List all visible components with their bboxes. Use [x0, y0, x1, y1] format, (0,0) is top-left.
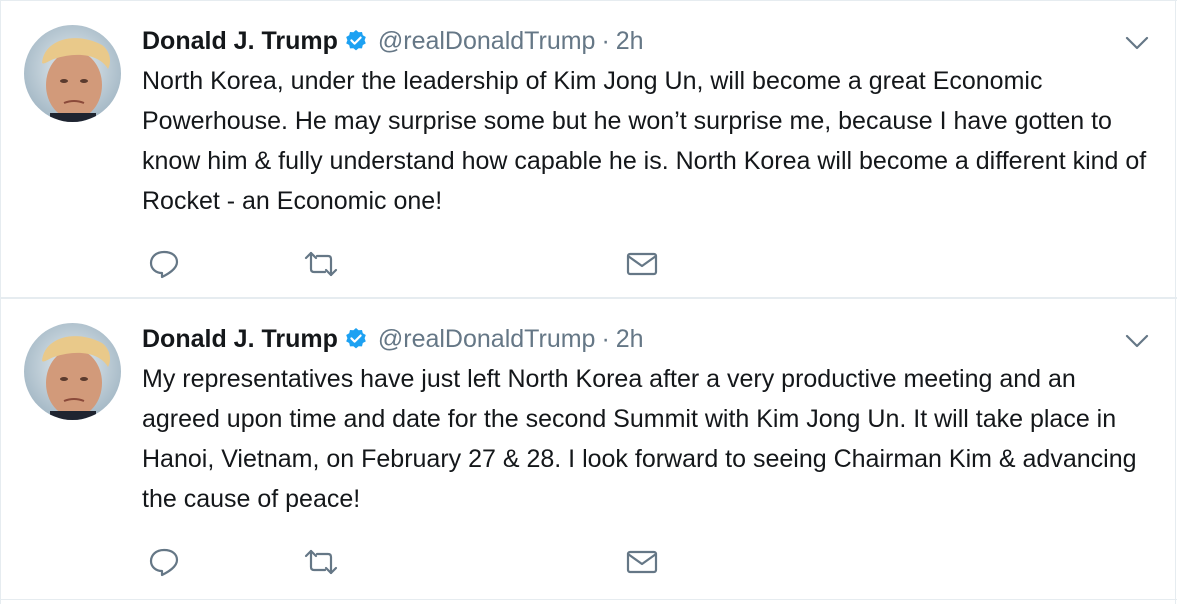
retweet-icon[interactable] [301, 544, 341, 580]
tweet-header: Donald J. Trump @realDonaldTrump · 2h [142, 25, 644, 57]
verified-badge-icon [344, 29, 368, 53]
tweet-header: Donald J. Trump @realDonaldTrump · 2h [142, 323, 644, 355]
chevron-down-icon[interactable] [1125, 333, 1149, 349]
avatar[interactable] [24, 323, 121, 420]
verified-badge-icon [344, 327, 368, 351]
handle[interactable]: @realDonaldTrump [378, 325, 596, 354]
reply-icon[interactable] [144, 246, 184, 282]
timestamp[interactable]: 2h [616, 27, 644, 56]
avatar[interactable] [24, 25, 121, 122]
display-name[interactable]: Donald J. Trump [142, 325, 338, 354]
tweet[interactable]: Donald J. Trump @realDonaldTrump · 2h My… [1, 298, 1177, 600]
retweet-icon[interactable] [301, 246, 341, 282]
tweet-actions [142, 544, 742, 580]
timestamp[interactable]: 2h [616, 325, 644, 354]
handle[interactable]: @realDonaldTrump [378, 27, 596, 56]
tweet[interactable]: Donald J. Trump @realDonaldTrump · 2h No… [1, 0, 1177, 298]
separator: · [601, 324, 610, 353]
direct-message-icon[interactable] [622, 544, 662, 580]
reply-icon[interactable] [144, 544, 184, 580]
tweet-actions [142, 246, 742, 282]
avatar-image [24, 25, 121, 122]
tweet-text: My representatives have just left North … [142, 365, 1137, 513]
avatar-image [24, 323, 121, 420]
tweet-feed: Donald J. Trump @realDonaldTrump · 2h No… [0, 0, 1177, 604]
chevron-down-icon[interactable] [1125, 35, 1149, 51]
display-name[interactable]: Donald J. Trump [142, 27, 338, 56]
separator: · [601, 26, 610, 55]
tweet-text: North Korea, under the leadership of Kim… [142, 67, 1147, 215]
direct-message-icon[interactable] [622, 246, 662, 282]
